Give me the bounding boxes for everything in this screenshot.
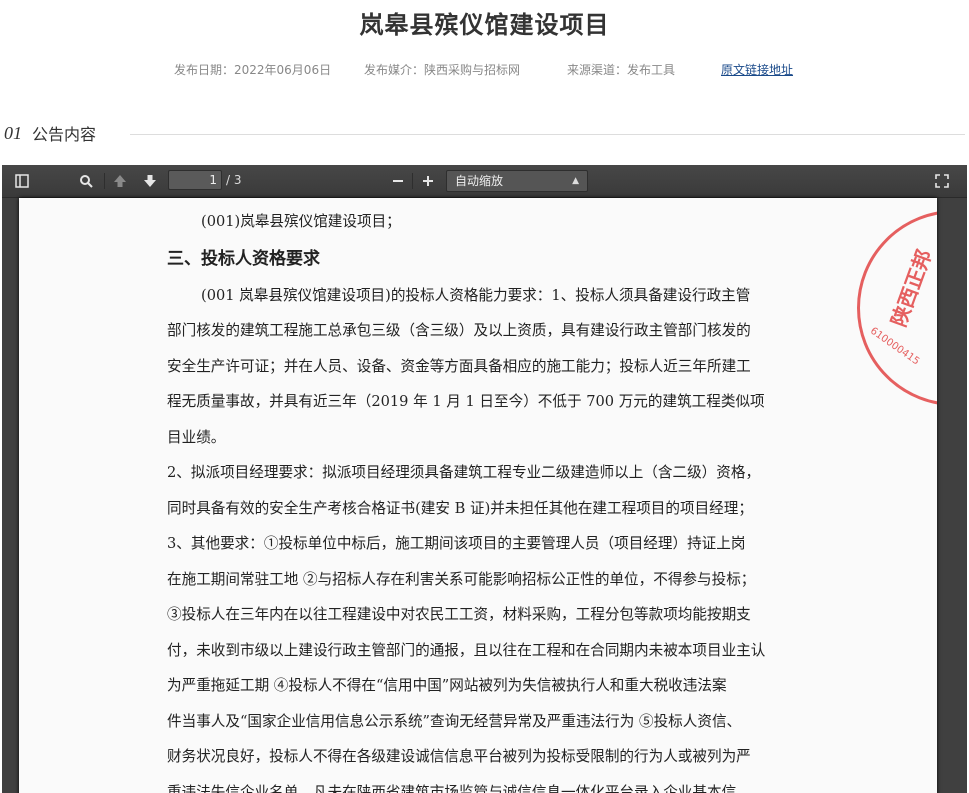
doc-heading: 三、投标人资格要求	[167, 248, 320, 269]
zoom-select-value: 自动缩放	[455, 174, 504, 188]
page-total: / 3	[226, 173, 242, 187]
doc-line: 件当事人及“国家企业信用信息公示系统”查询无经营异常及严重违法行为 ⑤投标人资信…	[167, 712, 742, 730]
toolbar-separator	[412, 173, 413, 189]
page-number-input[interactable]: 1	[168, 170, 222, 190]
original-link-anchor[interactable]: 原文链接地址	[721, 63, 793, 77]
fullscreen-icon[interactable]	[930, 169, 954, 193]
document-text: (001)岚皋县殡仪馆建设项目； 三、投标人资格要求 (001 岚皋县殡仪馆建设…	[167, 198, 787, 793]
doc-line: 3、其他要求：①投标单位中标后，施工期间该项目的主要管理人员（项目经理）持证上岗	[167, 535, 746, 552]
section-number: 01	[4, 122, 22, 143]
publish-media: 发布媒介：陕西采购与招标网	[364, 63, 521, 77]
zoom-in-icon[interactable]	[416, 169, 440, 193]
zoom-out-icon[interactable]	[386, 169, 410, 193]
pdf-viewer: 1 / 3 自动缩放 ▲︎ (001)岚皋县殡仪馆建设项目； 三、投标人资格要求…	[2, 165, 967, 793]
doc-line: (001 岚皋县殡仪馆建设项目)的投标人资格能力要求：1、投标人须具备建设行政主…	[201, 286, 751, 304]
doc-line: 财务状况良好，投标人不得在各级建设诚信信息平台被列为投标受限制的行为人或被列为严	[167, 748, 751, 765]
official-seal: 陕西正邦 610000415	[857, 210, 937, 406]
section-label: 公告内容	[32, 125, 97, 144]
seal-text: 陕西正邦	[886, 246, 937, 330]
publish-date: 发布日期：2022年06月06日	[174, 63, 332, 77]
doc-line: 目业绩。	[167, 428, 226, 446]
zoom-select[interactable]: 自动缩放 ▲︎	[446, 170, 588, 192]
doc-line: 2、拟派项目经理要求：拟派项目经理须具备建筑工程专业二级建造师以上（含二级）资格…	[167, 464, 761, 481]
chevron-updown-icon: ▲︎	[572, 176, 579, 186]
next-page-icon[interactable]	[138, 169, 162, 193]
original-link[interactable]: 原文链接地址	[721, 61, 793, 78]
doc-line: 重违法失信企业名单，凡未在陕西省建筑市场监管与诚信信息一体化平台录入企业基本信	[167, 783, 737, 793]
source-channel: 来源渠道：发布工具	[567, 63, 676, 77]
doc-line: 为严重拖延工期 ④投标人不得在“信用中国”网站被列为失信被执行人和重大税收违法案	[167, 677, 727, 694]
pdf-toolbar: 1 / 3 自动缩放 ▲︎	[2, 165, 967, 198]
doc-line: 安全生产许可证；并在人员、设备、资金等方面具备相应的施工能力；投标人近三年所建工	[167, 357, 751, 375]
section-divider	[130, 134, 965, 135]
doc-line: 同时具备有效的安全生产考核合格证书(建安 B 证)并未担任其他在建工程项目的项目…	[167, 499, 753, 517]
seal-number: 610000415	[868, 325, 922, 368]
doc-line: (001)岚皋县殡仪馆建设项目；	[201, 213, 401, 230]
toolbar-separator	[104, 173, 105, 189]
section-heading: 01 公告内容	[4, 122, 97, 145]
doc-line: ③投标人在三年内在以往工程建设中对农民工工资，材料采购，工程分包等款项均能按期支	[167, 606, 751, 623]
doc-line: 部门核发的建筑工程施工总承包三级（含三级）及以上资质，具有建设行政主管部门核发的	[167, 322, 751, 339]
doc-line: 付，未收到市级以上建设行政主管部门的通报，且以往在工程和在合同期内未被本项目业主…	[167, 641, 766, 659]
doc-line: 在施工期间常驻工地 ②与招标人存在利害关系可能影响招标公正性的单位，不得参与投标…	[167, 570, 756, 588]
pdf-page: (001)岚皋县殡仪馆建设项目； 三、投标人资格要求 (001 岚皋县殡仪馆建设…	[19, 198, 937, 793]
previous-page-icon[interactable]	[108, 169, 132, 193]
sidebar-toggle-icon[interactable]	[10, 169, 34, 193]
doc-line: 程无质量事故，并具有近三年（2019 年 1 月 1 日至今）不低于 700 万…	[167, 393, 765, 410]
search-icon[interactable]	[74, 169, 98, 193]
page-title: 岚皋县殡仪馆建设项目	[359, 11, 610, 39]
